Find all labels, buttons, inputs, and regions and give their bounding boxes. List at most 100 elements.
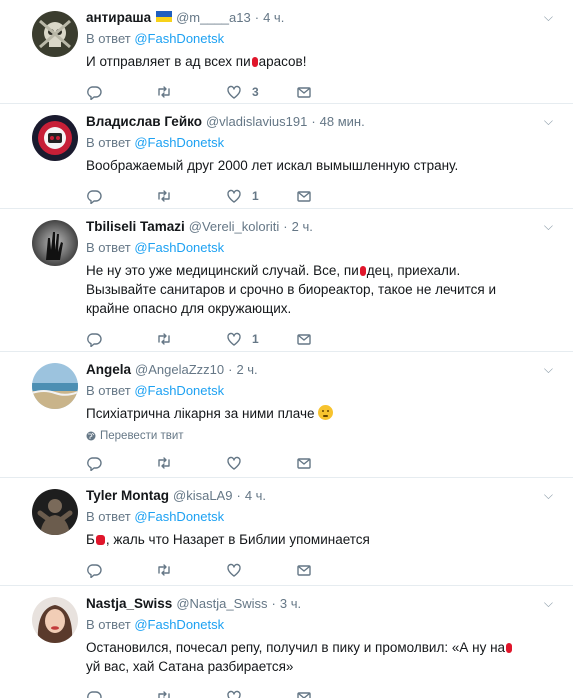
reply-context: В ответ @FashDonetsk [86,135,225,150]
reply-button[interactable] [86,188,156,204]
avatar[interactable] [32,220,78,266]
reply-context: В ответ @FashDonetsk [86,240,225,255]
author-handle[interactable]: @AngelaZzz10 [135,361,224,379]
reply-button[interactable] [86,562,156,578]
tweet-actions [86,446,561,480]
tweet-text: Остановился, почесал репу, получил в пик… [86,638,561,676]
direct-message-button[interactable] [296,689,366,698]
retweet-icon [158,564,170,576]
ukraine-flag-icon [156,11,173,22]
tweet[interactable]: антираша @m____a13 · 4 ч. ⌵ В ответ @Fas… [0,0,573,104]
retweet-button[interactable] [156,331,226,347]
like-count: 1 [252,332,259,346]
heart-icon [227,189,241,203]
avatar[interactable] [32,363,78,409]
envelope-icon [297,458,311,469]
tweet[interactable]: Tbiliseli Tamazi @Vereli_koloriti · 2 ч.… [0,209,573,352]
author-handle[interactable]: @Vereli_koloriti [189,218,280,236]
tweet-text: Психіатрична лікарня за ними плаче [86,404,561,423]
timestamp[interactable]: 2 ч. [292,218,313,236]
author-name[interactable]: Владислав Гейко [86,113,202,131]
reply-context: В ответ @FashDonetsk [86,383,225,398]
timestamp[interactable]: 3 ч. [280,595,301,613]
chevron-down-icon[interactable]: ⌵ [544,596,553,611]
tweet[interactable]: Angela @AngelaZzz10 · 2 ч. ⌵ В ответ @Fa… [0,352,573,478]
chevron-down-icon[interactable]: ⌵ [544,10,553,25]
reply-context: В ответ @FashDonetsk [86,509,225,524]
heart-icon [227,563,241,577]
avatar[interactable] [32,115,78,161]
reply-button[interactable] [86,455,156,471]
chevron-down-icon[interactable]: ⌵ [544,219,553,234]
heart-icon [227,690,241,698]
tweet-actions: 1 [86,179,561,213]
author-name[interactable]: Tyler Montag [86,487,169,505]
retweet-button[interactable] [156,562,226,578]
author-name[interactable]: антираша [86,9,151,27]
tweet-text: И отправляет в ад всех пи арасов! [86,54,307,69]
reply-button[interactable] [86,84,156,100]
direct-message-button[interactable] [296,562,366,578]
reply-button[interactable] [86,689,156,698]
translate-link[interactable]: Перевести твит [86,430,561,442]
reply-button[interactable] [86,331,156,347]
athlete-avatar-icon [32,489,78,535]
author-name[interactable]: Tbiliseli Tamazi [86,218,185,236]
mention-link[interactable]: @FashDonetsk [134,240,224,255]
like-button[interactable]: 3 [226,84,296,100]
heart-icon [227,85,241,99]
author-handle[interactable]: @kisaLA9 [173,487,232,505]
like-count: 1 [252,189,259,203]
emblem-avatar-icon [32,115,78,161]
tweet-actions [86,553,561,587]
avatar[interactable] [32,489,78,535]
retweet-button[interactable] [156,84,226,100]
redaction-mark [95,535,105,545]
reply-icon [87,564,102,578]
retweet-button[interactable] [156,455,226,471]
timestamp[interactable]: 4 ч. [263,9,284,27]
like-button[interactable] [226,455,296,471]
mention-link[interactable]: @FashDonetsk [134,31,224,46]
retweet-button[interactable] [156,188,226,204]
like-button[interactable]: 1 [226,331,296,347]
direct-message-button[interactable] [296,455,366,471]
avatar[interactable] [32,11,78,57]
like-button[interactable] [226,562,296,578]
chevron-down-icon[interactable]: ⌵ [544,488,553,503]
direct-message-button[interactable] [296,331,366,347]
timestamp[interactable]: 2 ч. [236,361,257,379]
mention-link[interactable]: @FashDonetsk [134,509,224,524]
author-handle[interactable]: @Nastja_Swiss [176,595,267,613]
tweet[interactable]: Владислав Гейко @vladislavius191 · 48 ми… [0,104,573,209]
redaction-mark [359,266,366,276]
envelope-icon [297,87,311,98]
chevron-down-icon[interactable]: ⌵ [544,114,553,129]
timestamp[interactable]: 4 ч. [245,487,266,505]
timestamp[interactable]: 48 мин. [320,113,365,131]
envelope-icon [297,565,311,576]
author-handle[interactable]: @m____a13 [176,9,251,27]
like-button[interactable] [226,689,296,698]
mention-link[interactable]: @FashDonetsk [134,617,224,632]
direct-message-button[interactable] [296,84,366,100]
mention-link[interactable]: @FashDonetsk [134,135,224,150]
like-button[interactable]: 1 [226,188,296,204]
author-name[interactable]: Angela [86,361,131,379]
tweet[interactable]: Tyler Montag @kisaLA9 · 4 ч. ⌵ В ответ @… [0,478,573,586]
tweet-text: Б, жаль что Назарет в Библии упоминается [86,532,370,547]
redaction-mark [506,643,513,653]
author-handle[interactable]: @vladislavius191 [206,113,307,131]
retweet-button[interactable] [156,689,226,698]
mention-link[interactable]: @FashDonetsk [134,383,224,398]
direct-message-button[interactable] [296,188,366,204]
author-name[interactable]: Nastja_Swiss [86,595,172,613]
like-count: 3 [252,85,259,99]
tweet[interactable]: Nastja_Swiss @Nastja_Swiss · 3 ч. ⌵ В от… [0,586,573,698]
chevron-down-icon[interactable]: ⌵ [544,362,553,377]
tweet-actions [86,680,561,698]
reply-icon [87,190,102,204]
retweet-icon [158,691,170,698]
avatar[interactable] [32,597,78,643]
retweet-icon [158,86,170,98]
